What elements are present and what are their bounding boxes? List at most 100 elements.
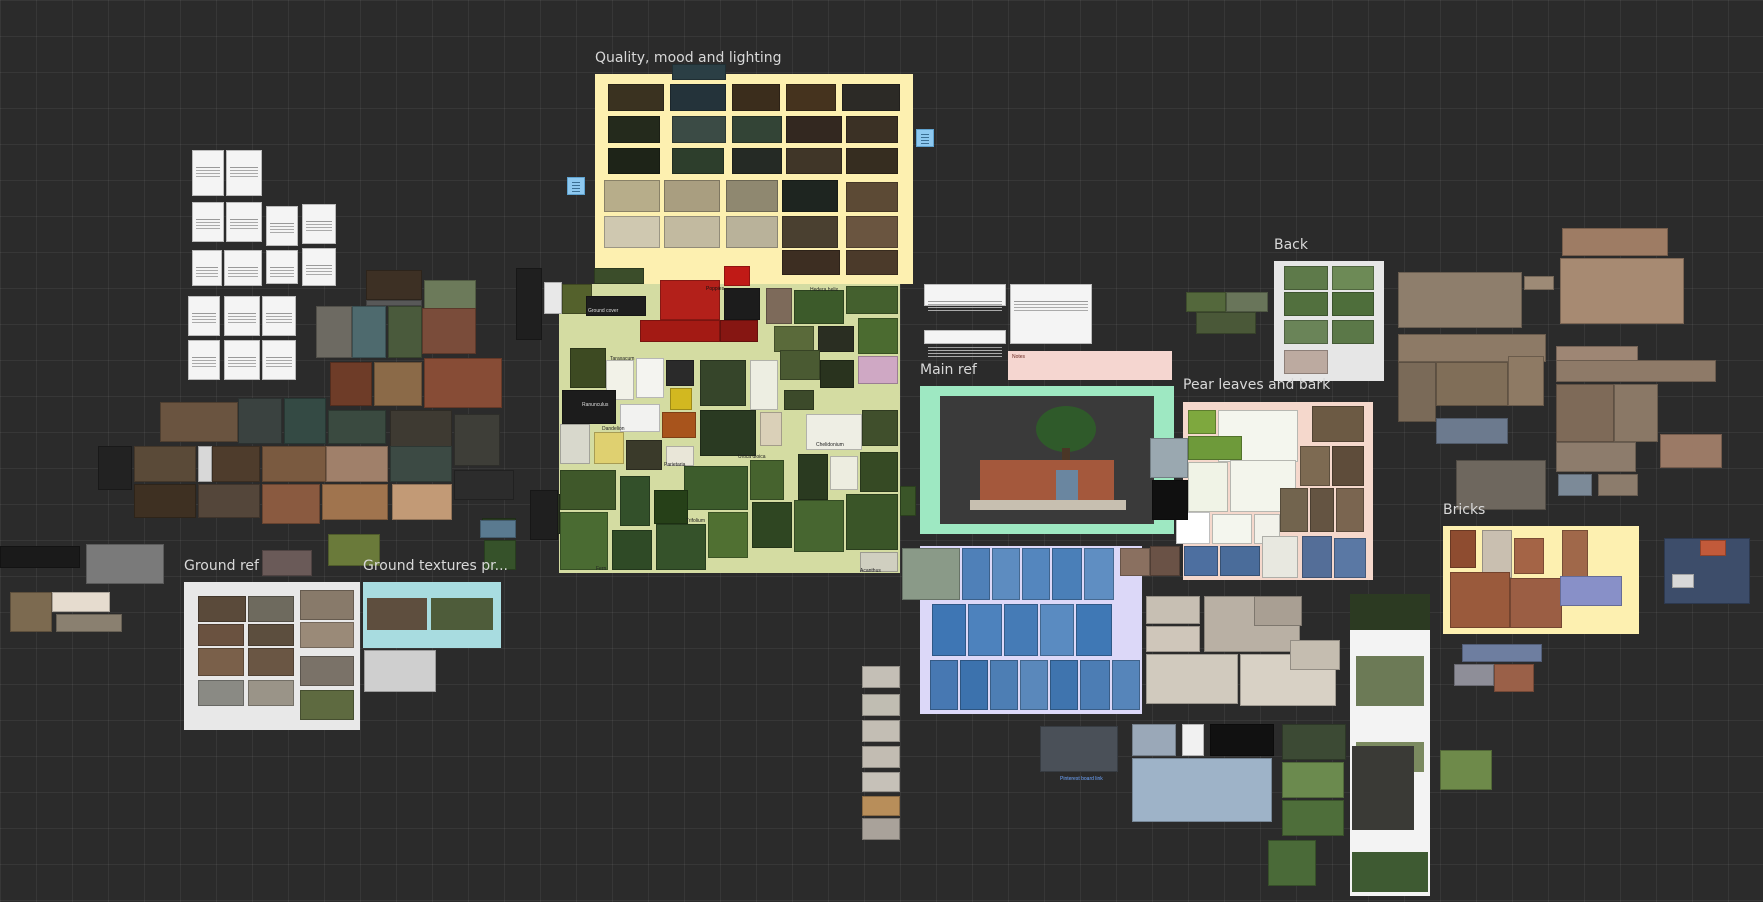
- tree-image[interactable]: [1184, 546, 1218, 576]
- tree-image[interactable]: [1302, 536, 1332, 578]
- leaf-image[interactable]: [1120, 548, 1150, 576]
- brick-image[interactable]: [1454, 664, 1494, 686]
- tree-study[interactable]: [862, 772, 900, 792]
- doc-card[interactable]: [192, 202, 224, 242]
- plant-image[interactable]: [666, 360, 694, 386]
- back-image[interactable]: [1332, 292, 1374, 316]
- architecture-image[interactable]: [134, 484, 196, 518]
- wireframe-doc[interactable]: [924, 284, 1006, 306]
- mood-image[interactable]: [846, 116, 898, 143]
- plant-image[interactable]: [818, 326, 854, 352]
- architecture-image[interactable]: [56, 614, 122, 632]
- tree-image[interactable]: [1254, 596, 1302, 626]
- brick-image[interactable]: [1614, 384, 1658, 442]
- tree-image[interactable]: [1132, 758, 1272, 822]
- doc-card[interactable]: [224, 250, 262, 286]
- architecture-image[interactable]: [262, 484, 320, 524]
- plant-image[interactable]: [720, 320, 758, 342]
- board-title-ground-ref[interactable]: Ground ref: [184, 558, 259, 574]
- architecture-image[interactable]: [262, 550, 312, 576]
- leaf-image[interactable]: [1188, 410, 1216, 434]
- architecture-image[interactable]: [0, 546, 80, 568]
- leaf-image[interactable]: [1212, 514, 1252, 544]
- tree-image[interactable]: [1268, 840, 1316, 886]
- note-icon[interactable]: [916, 129, 934, 147]
- tree-image[interactable]: [1080, 660, 1110, 710]
- tree-image[interactable]: [1146, 654, 1238, 704]
- tree-image[interactable]: [1334, 538, 1366, 578]
- bark-image[interactable]: [1312, 406, 1364, 442]
- architecture-image[interactable]: [160, 402, 238, 442]
- mood-image[interactable]: [672, 64, 726, 80]
- leaf-image[interactable]: [1152, 480, 1188, 520]
- tree-image[interactable]: [902, 548, 960, 600]
- tree-study[interactable]: [862, 818, 900, 840]
- brick-image[interactable]: [1436, 362, 1508, 406]
- plant-image[interactable]: [846, 286, 898, 314]
- back-image[interactable]: [1196, 312, 1256, 334]
- plant-image[interactable]: [700, 360, 746, 406]
- main-ref-render[interactable]: [940, 396, 1154, 524]
- ground-image[interactable]: [300, 690, 354, 720]
- plant-image[interactable]: [636, 358, 664, 398]
- board-title-pear[interactable]: Pear leaves and bark: [1183, 377, 1330, 393]
- plant-image[interactable]: [594, 432, 624, 464]
- article-panel[interactable]: [1350, 594, 1430, 896]
- mood-image[interactable]: [604, 180, 660, 212]
- mood-image[interactable]: [608, 116, 660, 143]
- tree-study[interactable]: [862, 746, 900, 768]
- tree-image[interactable]: [1146, 596, 1200, 624]
- mood-image[interactable]: [786, 84, 836, 111]
- plant-image[interactable]: [774, 326, 814, 352]
- tree-image[interactable]: [1220, 546, 1260, 576]
- ground-image[interactable]: [300, 590, 354, 620]
- plant-image[interactable]: [656, 524, 706, 570]
- plant-image[interactable]: [620, 404, 660, 432]
- ground-image[interactable]: [248, 680, 294, 706]
- mood-image[interactable]: [604, 216, 660, 248]
- plant-image[interactable]: [670, 388, 692, 410]
- leaf-image[interactable]: [1150, 438, 1188, 478]
- tree-image[interactable]: [1112, 660, 1140, 710]
- architecture-image[interactable]: [454, 414, 500, 466]
- mood-image[interactable]: [608, 148, 660, 174]
- architecture-image[interactable]: [198, 446, 212, 482]
- plant-image[interactable]: [612, 530, 652, 570]
- wireframe-doc[interactable]: [1010, 284, 1092, 344]
- brick-image[interactable]: [1436, 418, 1508, 444]
- architecture-image[interactable]: [328, 410, 386, 444]
- plant-image[interactable]: [846, 494, 898, 550]
- mood-image[interactable]: [782, 180, 838, 212]
- plant-image[interactable]: [544, 282, 562, 314]
- brick-image[interactable]: [1482, 530, 1512, 578]
- plant-image[interactable]: [752, 502, 792, 548]
- board-ground-textures[interactable]: [363, 582, 501, 648]
- board-title-main-ref[interactable]: Main ref: [920, 362, 977, 378]
- plant-image[interactable]: [780, 350, 820, 380]
- back-image[interactable]: [1332, 266, 1374, 290]
- mood-image[interactable]: [672, 116, 726, 143]
- tree-image[interactable]: [1282, 762, 1344, 798]
- brick-image[interactable]: [1558, 474, 1592, 496]
- tree-image[interactable]: [1282, 724, 1346, 760]
- brick-image[interactable]: [1660, 434, 1722, 468]
- tree-study[interactable]: [862, 694, 900, 716]
- plant-image[interactable]: [640, 320, 720, 342]
- plant-image[interactable]: [700, 410, 756, 456]
- doc-card[interactable]: [224, 296, 260, 336]
- architecture-image[interactable]: [86, 544, 164, 584]
- architecture-image[interactable]: [98, 446, 132, 490]
- brick-image[interactable]: [1556, 360, 1716, 382]
- tree-image[interactable]: [930, 660, 958, 710]
- mood-image[interactable]: [664, 216, 720, 248]
- bark-image[interactable]: [1310, 488, 1334, 532]
- brick-image[interactable]: [1450, 530, 1476, 568]
- brick-image[interactable]: [1398, 362, 1436, 422]
- architecture-image[interactable]: [316, 306, 352, 358]
- mood-image[interactable]: [846, 182, 898, 212]
- back-image[interactable]: [1284, 266, 1328, 290]
- plant-image[interactable]: [858, 356, 898, 384]
- ground-image[interactable]: [198, 624, 244, 646]
- brick-image[interactable]: [1562, 228, 1668, 256]
- brick-image[interactable]: [1562, 530, 1588, 578]
